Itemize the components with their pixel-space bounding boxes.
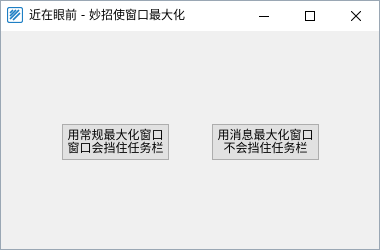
normal-maximize-label-line2: 窗口会挡住任务栏 <box>67 141 164 155</box>
app-icon <box>7 7 23 23</box>
minimize-button[interactable] <box>241 1 287 31</box>
maximize-button[interactable] <box>287 1 333 31</box>
maximize-icon <box>305 11 315 21</box>
client-area: 用常规最大化窗口 窗口会挡住任务栏 用消息最大化窗口 不会挡住任务栏 <box>1 31 379 249</box>
normal-maximize-button[interactable]: 用常规最大化窗口 窗口会挡住任务栏 <box>62 124 169 160</box>
message-maximize-button[interactable]: 用消息最大化窗口 不会挡住任务栏 <box>212 124 319 160</box>
app-window: 近在眼前 - 妙招使窗口最大化 用常规最大化窗口 窗口会挡住任务栏 用消息最大化… <box>0 0 380 250</box>
message-maximize-label-line2: 不会挡住任务栏 <box>223 141 308 155</box>
close-icon <box>351 11 361 21</box>
window-title: 近在眼前 - 妙招使窗口最大化 <box>29 8 185 22</box>
title-bar[interactable]: 近在眼前 - 妙招使窗口最大化 <box>1 1 379 31</box>
minimize-icon <box>259 16 269 17</box>
close-button[interactable] <box>333 1 379 31</box>
